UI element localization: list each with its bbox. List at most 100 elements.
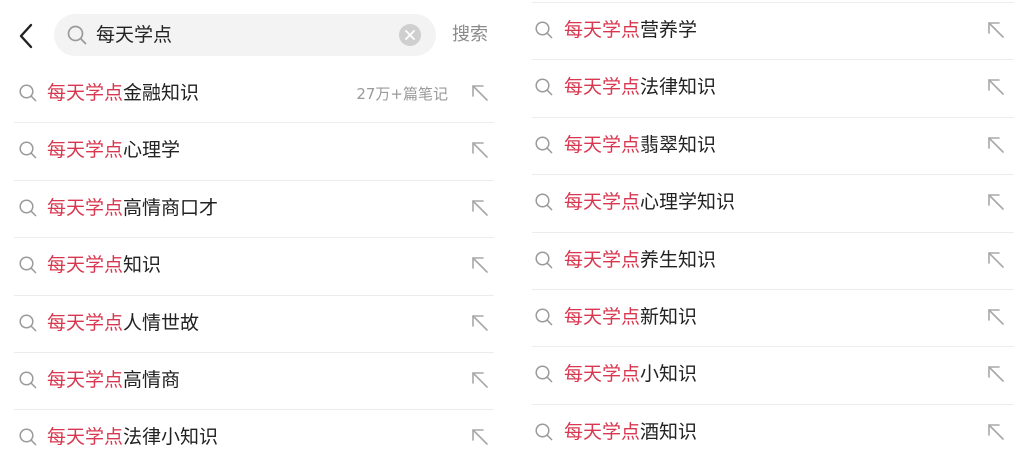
suggestion-row[interactable]: 每天学点新知识 xyxy=(512,290,1024,348)
arrow-up-left-icon[interactable] xyxy=(470,198,490,218)
arrow-up-left-icon[interactable] xyxy=(986,307,1006,327)
suggestion-highlight: 每天学点 xyxy=(47,426,124,449)
clear-button[interactable] xyxy=(399,24,421,46)
suggestion-text: 每天学点高情商口才 xyxy=(47,195,218,221)
arrow-up-left-icon[interactable] xyxy=(986,192,1006,212)
note-count: 27万+篇笔记 xyxy=(356,85,448,103)
search-icon xyxy=(534,20,554,40)
suggestion-rest: 高情商 xyxy=(123,368,181,391)
search-input[interactable]: 每天学点 xyxy=(54,14,436,56)
arrow-up-left-icon[interactable] xyxy=(986,422,1006,442)
suggestion-text: 每天学点新知识 xyxy=(564,304,697,330)
suggestion-text: 每天学点营养学 xyxy=(564,17,697,43)
arrow-up-left-icon[interactable] xyxy=(470,313,490,333)
suggestion-text: 每天学点养生知识 xyxy=(564,247,716,273)
right-panel: 每天学点营养学 每天学点法律知识 每天学点翡翠知识 每天学点心理学知识 每天学点养生知识… xyxy=(512,0,1024,458)
suggestion-rest: 心理学 xyxy=(123,139,181,162)
arrow-up-left-icon[interactable] xyxy=(470,140,490,160)
suggestion-highlight: 每天学点 xyxy=(47,139,124,162)
suggestion-rest: 金融知识 xyxy=(123,82,200,104)
suggestion-rest: 法律小知识 xyxy=(123,426,219,449)
arrow-up-left-icon[interactable] xyxy=(986,20,1006,40)
suggestion-row[interactable]: 每天学点心理学 xyxy=(0,123,510,181)
suggestion-row[interactable]: 每天学点人情世故 xyxy=(0,296,510,353)
suggestion-row[interactable]: 每天学点高情商 xyxy=(0,353,510,411)
search-icon xyxy=(18,427,38,447)
suggestion-rest: 知识 xyxy=(123,254,162,277)
search-icon xyxy=(18,198,38,218)
suggestion-row[interactable]: 每天学点法律小知识 xyxy=(0,410,510,458)
suggestion-text: 每天学点知识 xyxy=(47,252,161,278)
suggestion-text: 每天学点金融知识 xyxy=(47,80,199,106)
left-panel: 每天学点 搜索 每天学点金融知识 27万+篇笔记 每天学点心理学 每天学点高情商口才每… xyxy=(0,0,510,458)
suggestion-rest: 高情商口才 xyxy=(123,196,219,219)
suggestion-rest: 心理学知识 xyxy=(640,191,736,214)
suggestion-row[interactable]: 每天学点小知识 xyxy=(512,347,1024,405)
search-icon xyxy=(67,25,87,45)
suggestion-list: 每天学点营养学 每天学点法律知识 每天学点翡翠知识 每天学点心理学知识 每天学点养生知识… xyxy=(512,3,1024,458)
suggestion-text: 每天学点人情世故 xyxy=(47,310,199,336)
suggestion-highlight: 每天学点 xyxy=(47,368,124,391)
suggestion-rest: 人情世故 xyxy=(123,311,200,334)
suggestion-row[interactable]: 每天学点翡翠知识 xyxy=(512,118,1024,176)
search-icon xyxy=(534,250,554,270)
suggestion-highlight: 每天学点 xyxy=(564,363,641,386)
suggestion-row[interactable]: 每天学点心理学知识 xyxy=(512,175,1024,233)
suggestion-text: 每天学点法律知识 xyxy=(564,74,716,100)
arrow-up-left-icon[interactable] xyxy=(470,83,490,103)
suggestion-rest: 养生知识 xyxy=(640,248,717,271)
arrow-up-left-icon[interactable] xyxy=(986,250,1006,270)
search-icon xyxy=(534,307,554,327)
suggestion-text: 每天学点心理学知识 xyxy=(564,189,735,215)
suggestion-highlight: 每天学点 xyxy=(564,76,641,99)
suggestion-text: 每天学点小知识 xyxy=(564,361,697,387)
search-icon xyxy=(18,83,38,103)
search-icon xyxy=(534,364,554,384)
suggestion-row[interactable]: 每天学点高情商口才 xyxy=(0,181,510,239)
suggestion-text: 每天学点翡翠知识 xyxy=(564,132,716,158)
suggestion-list: 每天学点金融知识 27万+篇笔记 每天学点心理学 每天学点高情商口才 每天学点知识 每天学… xyxy=(0,66,510,458)
arrow-up-left-icon[interactable] xyxy=(470,255,490,275)
suggestion-highlight: 每天学点 xyxy=(47,196,124,219)
search-icon xyxy=(18,255,38,275)
suggestion-highlight: 每天学点 xyxy=(564,191,641,214)
arrow-up-left-icon[interactable] xyxy=(986,135,1006,155)
suggestion-text: 每天学点酒知识 xyxy=(564,419,697,445)
suggestion-highlight: 每天学点 xyxy=(47,311,124,334)
clear-icon xyxy=(405,30,415,40)
search-header: 每天学点 搜索 xyxy=(0,0,510,66)
search-icon xyxy=(18,313,38,333)
search-icon xyxy=(18,140,38,160)
suggestion-highlight: 每天学点 xyxy=(564,420,641,443)
search-icon xyxy=(534,135,554,155)
suggestion-highlight: 每天学点 xyxy=(564,133,641,156)
suggestion-highlight: 每天学点 xyxy=(47,254,124,277)
search-icon xyxy=(534,77,554,97)
search-icon xyxy=(18,370,38,390)
suggestion-highlight: 每天学点 xyxy=(564,305,641,328)
suggestion-highlight: 每天学点 xyxy=(564,19,641,41)
suggestion-row[interactable]: 每天学点知识 xyxy=(0,238,510,296)
suggestion-rest: 小知识 xyxy=(640,363,698,386)
suggestion-rest: 新知识 xyxy=(640,305,698,328)
suggestion-row[interactable]: 每天学点法律知识 xyxy=(512,60,1024,118)
arrow-up-left-icon[interactable] xyxy=(986,364,1006,384)
arrow-up-left-icon[interactable] xyxy=(470,370,490,390)
arrow-up-left-icon[interactable] xyxy=(470,427,490,447)
search-icon xyxy=(534,422,554,442)
suggestion-text: 每天学点法律小知识 xyxy=(47,424,218,450)
search-query: 每天学点 xyxy=(96,24,173,46)
suggestion-highlight: 每天学点 xyxy=(47,82,124,104)
search-button[interactable]: 搜索 xyxy=(452,23,488,47)
suggestion-text: 每天学点心理学 xyxy=(47,137,180,163)
suggestion-row[interactable]: 每天学点养生知识 xyxy=(512,233,1024,290)
back-button[interactable] xyxy=(14,20,40,52)
suggestion-rest: 法律知识 xyxy=(640,76,717,99)
suggestion-row[interactable]: 每天学点营养学 xyxy=(512,3,1024,61)
suggestion-text: 每天学点高情商 xyxy=(47,367,180,393)
suggestion-highlight: 每天学点 xyxy=(564,248,641,271)
suggestion-rest: 营养学 xyxy=(640,19,698,41)
suggestion-row[interactable]: 每天学点酒知识 xyxy=(512,405,1024,458)
arrow-up-left-icon[interactable] xyxy=(986,77,1006,97)
suggestion-row[interactable]: 每天学点金融知识 27万+篇笔记 xyxy=(0,66,510,124)
